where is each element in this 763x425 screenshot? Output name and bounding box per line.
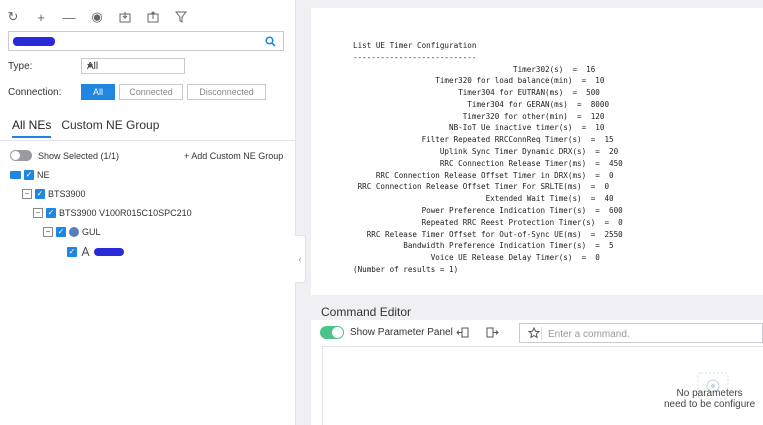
tree-node-label: NE — [37, 170, 50, 180]
node-checkbox[interactable]: ✓ — [56, 227, 66, 237]
node-checkbox[interactable]: ✓ — [35, 189, 45, 199]
star-icon[interactable] — [527, 326, 541, 342]
show-parameter-panel-label: Show Parameter Panel — [350, 327, 453, 338]
tree-node-label: BTS3900 — [48, 189, 86, 199]
tree-node-gul[interactable]: − ✓ GUL — [43, 227, 101, 237]
tree-toolbar: ↻ + — ◉ — [6, 8, 188, 26]
folder-icon — [10, 171, 21, 179]
tree-tabs: All NEs Custom NE Group — [12, 118, 159, 138]
input-divider — [541, 327, 542, 340]
command-input[interactable] — [546, 326, 760, 342]
tree-node-site[interactable]: ✓ — [67, 246, 124, 257]
add-custom-ne-group-button[interactable]: + Add Custom NE Group — [184, 151, 283, 161]
remove-icon[interactable]: — — [62, 10, 76, 25]
type-select[interactable]: All — [81, 58, 185, 74]
tab-custom-ne-group[interactable]: Custom NE Group — [61, 118, 159, 138]
base-station-icon — [81, 246, 90, 257]
tree-node-label: BTS3900 V100R015C10SPC210 — [59, 208, 192, 218]
connection-label: Connection: — [8, 87, 62, 98]
tree-node-ne[interactable]: ✓ NE — [10, 170, 50, 180]
add-icon[interactable]: + — [34, 10, 48, 25]
ne-search-input[interactable] — [8, 31, 284, 51]
command-output-text: List UE Timer Configuration ------------… — [353, 41, 623, 274]
tab-divider — [0, 140, 295, 141]
command-editor-toolbar: Show Parameter Panel — [320, 323, 763, 343]
panel-collapse-handle[interactable]: ‹ — [295, 235, 306, 283]
node-checkbox[interactable]: ✓ — [24, 170, 34, 180]
redacted-search-value — [13, 37, 55, 46]
indent-left-icon[interactable] — [456, 326, 469, 342]
chevron-down-icon — [87, 64, 93, 68]
collapse-icon[interactable]: − — [43, 227, 53, 237]
show-selected-toggle[interactable] — [10, 150, 32, 161]
node-checkbox[interactable]: ✓ — [67, 246, 77, 257]
filter-icon[interactable] — [174, 10, 188, 24]
command-editor-title: Command Editor — [321, 305, 412, 319]
tree-node-bts3900[interactable]: − ✓ BTS3900 — [22, 189, 86, 199]
no-parameters-message: No parameters need to be configure — [664, 388, 755, 410]
no-parameters-line2: need to be configure — [664, 399, 756, 410]
node-checkbox[interactable]: ✓ — [46, 208, 56, 218]
refresh-icon[interactable]: ↻ — [6, 9, 20, 24]
ne-tree-panel: ↻ + — ◉ Type: All Connection: All Connec… — [0, 0, 296, 425]
tree-node-bts3900-version[interactable]: − ✓ BTS3900 V100R015C10SPC210 — [33, 208, 192, 218]
redacted-site-name — [94, 247, 124, 256]
show-parameter-panel-toggle[interactable] — [320, 326, 344, 339]
collapse-icon[interactable]: − — [22, 189, 32, 199]
connection-all-button[interactable]: All — [81, 84, 115, 100]
export-icon[interactable] — [146, 10, 160, 24]
globe-icon — [69, 227, 79, 237]
connection-connected-button[interactable]: Connected — [119, 84, 183, 100]
import-icon[interactable] — [118, 10, 132, 24]
no-parameters-line1: No parameters — [676, 388, 743, 399]
connection-filter: All Connected Disconnected — [81, 84, 266, 100]
command-input-box[interactable] — [519, 323, 763, 343]
type-label: Type: — [8, 61, 33, 72]
command-output-panel: List UE Timer Configuration ------------… — [311, 8, 763, 295]
tree-node-label: GUL — [82, 227, 101, 237]
indent-right-icon[interactable] — [486, 326, 499, 342]
connection-disconnected-button[interactable]: Disconnected — [187, 84, 266, 100]
tab-all-nes[interactable]: All NEs — [12, 118, 52, 138]
show-selected-label: Show Selected (1/1) — [38, 151, 120, 161]
view-icon[interactable]: ◉ — [90, 9, 104, 24]
collapse-icon[interactable]: − — [33, 208, 43, 218]
search-icon[interactable] — [265, 36, 276, 50]
